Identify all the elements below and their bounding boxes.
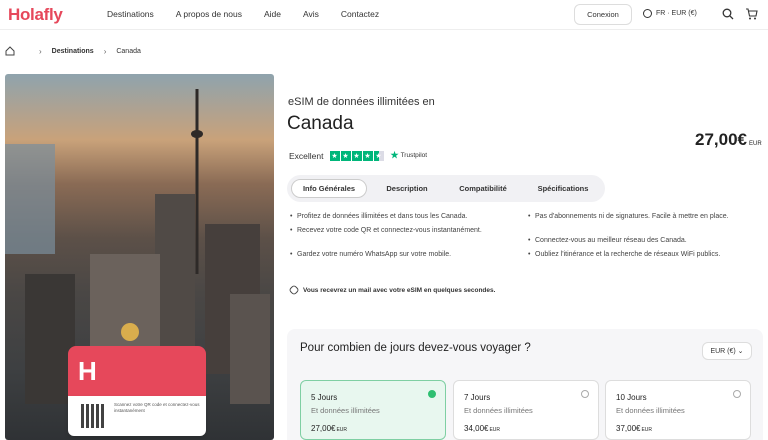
plan-subtitle: Et données illimitées: [311, 406, 380, 415]
plan-price: 27,00€EUR: [311, 424, 348, 433]
home-icon[interactable]: [5, 46, 15, 56]
breadcrumb-current: Canada: [116, 47, 141, 55]
plan-price: 34,00€EUR: [464, 424, 501, 433]
info-tabs: Info Générales Description Compatibilité…: [287, 175, 605, 202]
rating-stars: ★ ★ ★ ★ ★: [329, 150, 385, 161]
plan-card-10-days[interactable]: 10 Jours Et données illimitées 37,00€EUR: [605, 380, 751, 440]
feature-item: Gardez votre numéro WhatsApp sur votre m…: [290, 250, 510, 260]
site-header: Holafly Destinations A propos de nous Ai…: [0, 0, 768, 30]
plan-price: 37,00€EUR: [616, 424, 653, 433]
product-subtitle: eSIM de données illimitées en: [288, 96, 435, 108]
price-currency: EUR: [749, 141, 762, 147]
holafly-h-logo: H: [78, 356, 97, 386]
nav-contact[interactable]: Contactez: [341, 9, 379, 19]
rating-label: Excellent: [289, 150, 324, 161]
language-currency-label: FR · EUR (€): [656, 10, 697, 17]
search-icon[interactable]: [722, 8, 734, 20]
language-currency-selector[interactable]: FR · EUR (€): [643, 9, 697, 18]
plan-days: 7 Jours: [464, 393, 491, 402]
globe-icon: [643, 9, 652, 18]
plan-days: 5 Jours: [311, 393, 338, 402]
radio-icon: [733, 390, 741, 398]
days-panel-title: Pour combien de jours devez-vous voyager…: [300, 342, 531, 354]
plan-card-5-days[interactable]: 5 Jours Et données illimitées 27,00€EUR: [300, 380, 446, 440]
nav-help[interactable]: Aide: [264, 9, 281, 19]
chevron-down-icon: ⌄: [737, 348, 744, 355]
nav-reviews[interactable]: Avis: [303, 9, 319, 19]
login-button[interactable]: Conexion: [574, 4, 632, 25]
star-icon: ★: [362, 150, 373, 161]
tab-specifications[interactable]: Spécifications: [525, 179, 601, 198]
star-icon: ★: [329, 150, 340, 161]
nav-about[interactable]: A propos de nous: [176, 9, 242, 19]
holafly-logo[interactable]: Holafly: [8, 5, 63, 25]
star-icon: ★: [340, 150, 351, 161]
feature-item: Connectez-vous au meilleur réseau des Ca…: [528, 236, 748, 246]
cart-icon[interactable]: [745, 8, 758, 20]
nav-destinations[interactable]: Destinations: [107, 9, 154, 19]
star-icon: ★: [351, 150, 362, 161]
link-icon: [288, 284, 300, 296]
esim-card-qr-section: Scannez votre QR code et connectez-vous …: [68, 396, 206, 436]
currency-select[interactable]: EUR (€) ⌄: [702, 342, 752, 360]
feature-item: Recevez votre code QR et connectez-vous …: [290, 226, 510, 236]
breadcrumb-destinations[interactable]: Destinations: [52, 48, 94, 55]
rating-row: Excellent ★ ★ ★ ★ ★ ★ Trustpilot: [289, 150, 427, 161]
plan-card-7-days[interactable]: 7 Jours Et données illimitées 34,00€EUR: [453, 380, 599, 440]
plan-subtitle: Et données illimitées: [616, 406, 685, 415]
mail-delivery-note: Vous recevrez un mail avec votre eSIM en…: [288, 284, 495, 296]
feature-item: Profitez de données illimitées et dans t…: [290, 212, 510, 222]
esim-card-image: H: [68, 346, 206, 396]
chevron-right-icon: ›: [39, 46, 42, 56]
breadcrumb: › Destinations › Canada: [5, 46, 141, 56]
trustpilot-logo[interactable]: ★ Trustpilot: [391, 150, 428, 161]
chevron-right-icon: ›: [103, 46, 107, 56]
radio-selected-icon: [428, 390, 436, 398]
main-nav: Destinations A propos de nous Aide Avis …: [107, 9, 401, 19]
plan-days: 10 Jours: [616, 393, 647, 402]
qr-caption: Scannez votre QR code et connectez-vous …: [114, 402, 200, 413]
feature-item: Pas d'abonnements ni de signatures. Faci…: [528, 212, 748, 222]
product-price: 27,00€ EUR: [695, 130, 762, 150]
qr-code-icon: [81, 404, 105, 428]
trustpilot-star-icon: ★: [390, 150, 399, 160]
tab-description[interactable]: Description: [373, 179, 441, 198]
price-value: 27,00€: [695, 130, 747, 149]
radio-icon: [581, 390, 589, 398]
plan-subtitle: Et données illimitées: [464, 406, 533, 415]
star-half-icon: ★: [373, 150, 384, 161]
tab-info-generales[interactable]: Info Générales: [291, 179, 367, 198]
feature-item: Oubliez l'itinérance et la recherche de …: [528, 250, 748, 260]
tab-compatibilite[interactable]: Compatibilité: [447, 179, 519, 198]
product-title: Canada: [287, 113, 354, 134]
